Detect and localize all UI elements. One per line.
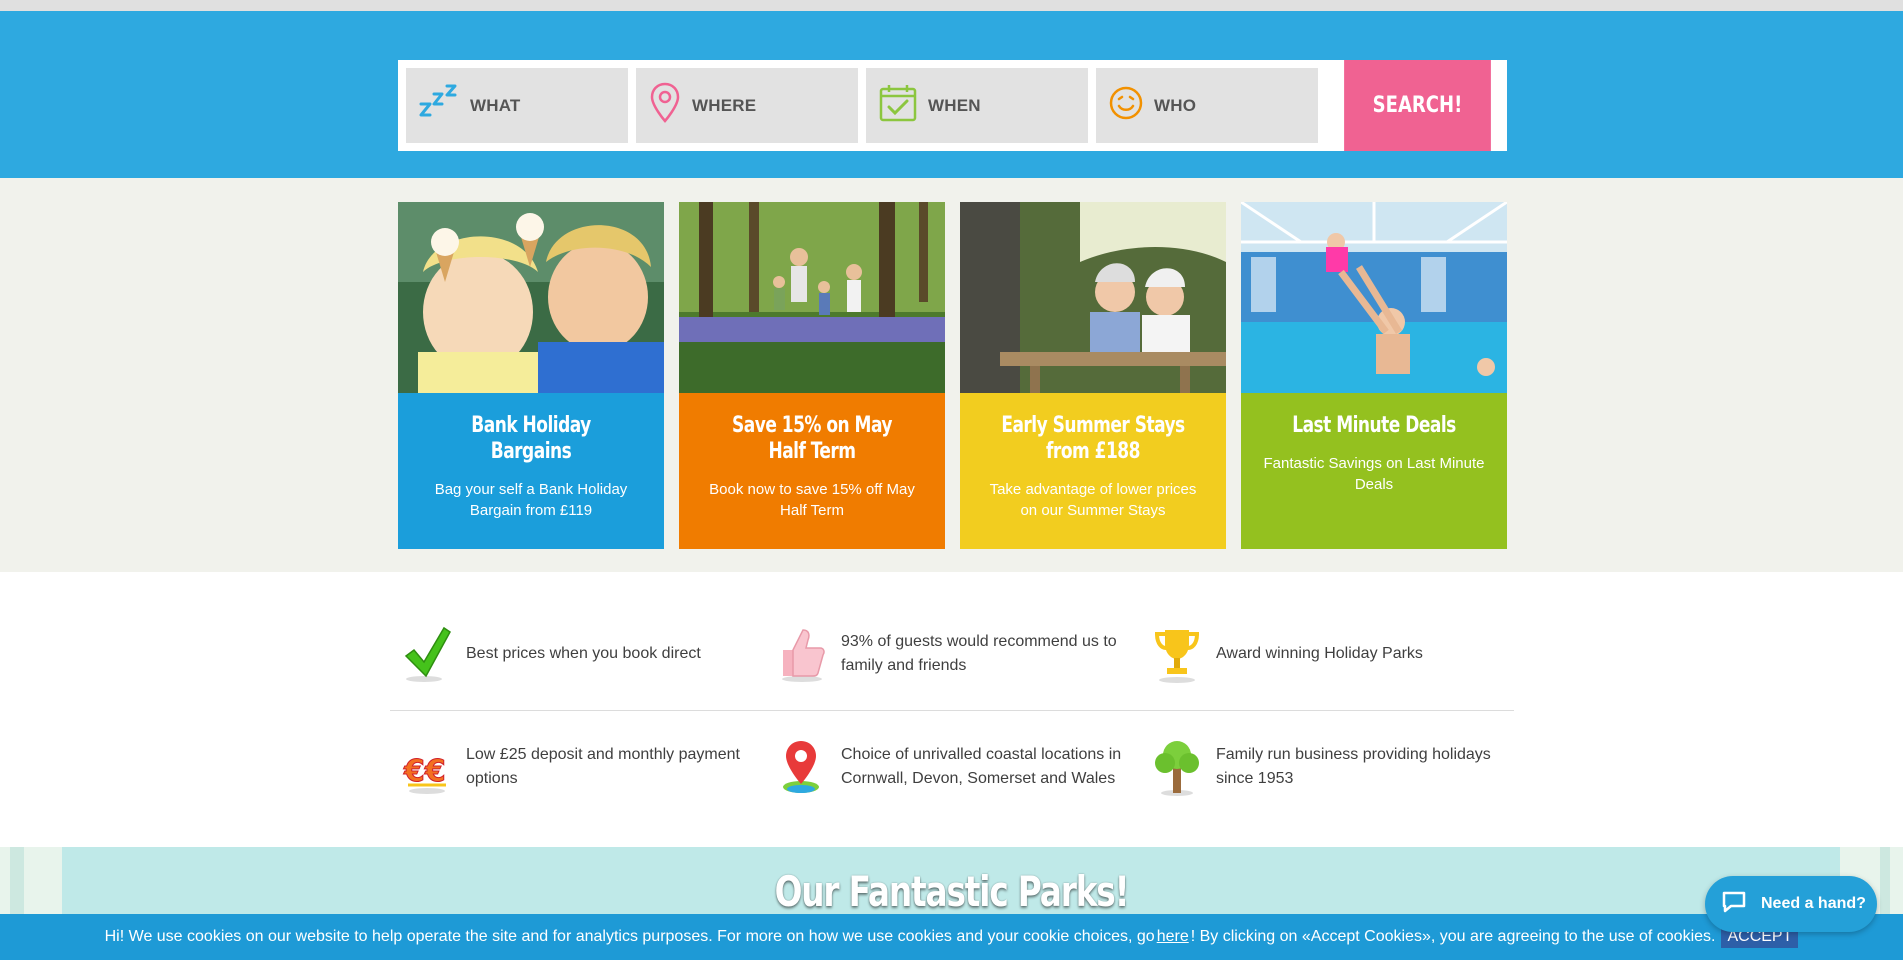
offer-card-bank-holiday[interactable]: Bank Holiday Bargains Bag your self a Ba… xyxy=(398,202,664,549)
offer-title: Save 15% on May Half Term xyxy=(732,413,892,464)
offer-photo-bluebell-wood xyxy=(679,202,945,393)
pound-coins-icon: €€ xyxy=(400,737,454,797)
trophy-icon xyxy=(1150,624,1204,684)
search-where-label: WHERE xyxy=(692,95,757,115)
usp-text: 93% of guests would recommend us to fami… xyxy=(841,633,1117,674)
usp-text: Best prices when you book direct xyxy=(466,645,701,662)
usp-item: €€ Low £25 deposit and monthly payment o… xyxy=(400,737,750,797)
search-who-field[interactable]: WHO xyxy=(1096,68,1318,143)
location-pin-icon xyxy=(775,737,829,797)
usp-divider xyxy=(390,710,1514,711)
offer-card-last-minute[interactable]: Last Minute Deals Fantastic Savings on L… xyxy=(1241,202,1507,549)
offer-body: Bank Holiday Bargains Bag your self a Ba… xyxy=(398,393,664,549)
search-where-field[interactable]: WHERE xyxy=(636,68,858,143)
cookie-policy-link[interactable]: here xyxy=(1157,928,1189,946)
map-pin-icon xyxy=(648,81,682,130)
search-band: WHAT WHERE WHEN WHO SEARCH! xyxy=(0,11,1903,178)
usp-item: Choice of unrivalled coastal locations i… xyxy=(775,737,1135,797)
usp-text: Award winning Holiday Parks xyxy=(1216,645,1423,662)
search-button[interactable]: SEARCH! xyxy=(1344,60,1491,151)
offer-body: Last Minute Deals Fantastic Savings on L… xyxy=(1241,393,1507,549)
smiley-face-icon xyxy=(1108,85,1144,126)
search-who-label: WHO xyxy=(1154,95,1197,115)
chat-bubble-icon xyxy=(1721,890,1747,919)
usp-text: Choice of unrivalled coastal locations i… xyxy=(841,746,1122,787)
usp-text: Family run business providing holidays s… xyxy=(1216,746,1491,787)
search-box: WHAT WHERE WHEN WHO SEARCH! xyxy=(398,60,1507,151)
green-tick-icon xyxy=(400,624,454,684)
offer-title: Early Summer Stays from £188 xyxy=(1001,413,1185,464)
search-when-field[interactable]: WHEN xyxy=(866,68,1088,143)
parks-title: Our Fantastic Parks! xyxy=(774,867,1130,916)
sleep-zzz-icon xyxy=(418,82,460,129)
offer-text: Bag your self a Bank Holiday Bargain fro… xyxy=(434,481,628,519)
cookie-text: Hi! We use cookies on our website to hel… xyxy=(104,928,1155,945)
calendar-check-icon xyxy=(878,83,918,128)
cookie-text-after: ! By clicking on «Accept Cookies», you a… xyxy=(1190,928,1716,945)
offer-text: Book now to save 15% off May Half Term xyxy=(709,481,915,519)
offer-body: Save 15% on May Half Term Book now to sa… xyxy=(679,393,945,549)
offer-card-early-summer[interactable]: Early Summer Stays from £188 Take advant… xyxy=(960,202,1226,549)
usp-text: Low £25 deposit and monthly payment opti… xyxy=(466,746,740,787)
offer-text: Fantastic Savings on Last Minute Deals xyxy=(1263,455,1485,493)
usp-item: Best prices when you book direct xyxy=(400,624,740,684)
search-when-label: WHEN xyxy=(928,95,981,115)
thumbs-up-icon xyxy=(775,624,829,684)
offer-body: Early Summer Stays from £188 Take advant… xyxy=(960,393,1226,549)
offers-section: Bank Holiday Bargains Bag your self a Ba… xyxy=(0,178,1903,572)
usp-item: 93% of guests would recommend us to fami… xyxy=(775,624,1130,684)
chat-label: Need a hand? xyxy=(1761,895,1866,912)
offer-title: Last Minute Deals xyxy=(1292,413,1456,438)
offer-text: Take advantage of lower prices on our Su… xyxy=(989,481,1197,519)
usp-item: Family run business providing holidays s… xyxy=(1150,737,1500,797)
offer-photo-ice-cream xyxy=(398,202,664,393)
cookie-banner: Hi! We use cookies on our website to hel… xyxy=(0,914,1903,960)
search-what-label: WHAT xyxy=(470,95,521,115)
offer-title: Bank Holiday Bargains xyxy=(471,413,591,464)
offer-card-may-half-term[interactable]: Save 15% on May Half Term Book now to sa… xyxy=(679,202,945,549)
top-strip xyxy=(0,0,1903,11)
usp-item: Award winning Holiday Parks xyxy=(1150,624,1490,684)
offer-photo-swimming-pool xyxy=(1241,202,1507,393)
offer-photo-picnic-couple xyxy=(960,202,1226,393)
search-what-field[interactable]: WHAT xyxy=(406,68,628,143)
tree-icon xyxy=(1150,737,1204,797)
chat-button[interactable]: Need a hand? xyxy=(1705,876,1877,932)
